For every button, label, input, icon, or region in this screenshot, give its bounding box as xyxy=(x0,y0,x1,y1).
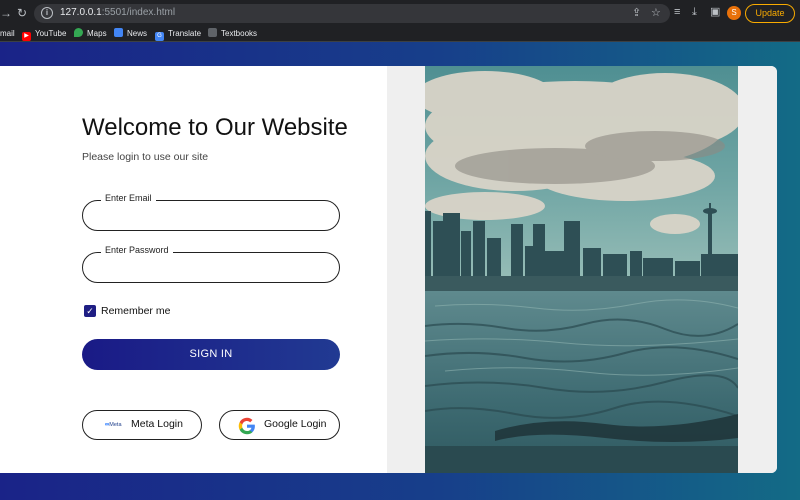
forward-arrow-icon[interactable]: → xyxy=(0,6,12,20)
image-panel xyxy=(387,66,777,473)
browser-toolbar: → ↻ i 127.0.0.1:5501/index.html ⇪ ☆ ≡ ⤓ … xyxy=(0,0,800,26)
bookmarks-bar: mail ▶ YouTube Maps News G Translate Textb… xyxy=(0,26,800,42)
youtube-icon: ▶ xyxy=(22,32,31,41)
email-label: Enter Email xyxy=(101,193,156,203)
google-login-button[interactable]: Google Login xyxy=(219,410,340,440)
seattle-skyline-photo xyxy=(425,66,738,473)
meta-logo-icon: ∞Meta xyxy=(105,422,122,428)
url-text: 127.0.0.1:5501/index.html xyxy=(60,7,176,18)
email-field[interactable]: Enter Email xyxy=(82,193,340,231)
site-info-icon[interactable]: i xyxy=(41,7,53,19)
bookmark-textbooks[interactable]: Textbooks xyxy=(208,28,257,40)
password-input[interactable] xyxy=(97,261,327,277)
meta-login-button[interactable]: ∞Meta Meta Login xyxy=(82,410,202,440)
sign-in-button[interactable]: SIGN IN xyxy=(82,339,340,370)
reading-list-icon[interactable]: ≡ xyxy=(674,6,680,19)
bookmark-youtube[interactable]: ▶ YouTube xyxy=(22,28,66,41)
page-title: Welcome to Our Website xyxy=(82,114,348,141)
address-bar[interactable]: i 127.0.0.1:5501/index.html ⇪ ☆ xyxy=(34,4,670,23)
update-button[interactable]: Update xyxy=(745,4,795,23)
google-icon xyxy=(238,417,255,435)
password-label: Enter Password xyxy=(101,245,173,255)
download-icon[interactable]: ⤓ xyxy=(692,6,697,19)
login-card: Welcome to Our Website Please login to u… xyxy=(0,66,777,473)
email-input[interactable] xyxy=(97,209,327,225)
bookmark-news[interactable]: News xyxy=(114,28,147,40)
share-icon[interactable]: ⇪ xyxy=(632,7,641,20)
translate-icon: G xyxy=(155,32,164,41)
page-subtitle: Please login to use our site xyxy=(82,151,209,163)
page-background: Welcome to Our Website Please login to u… xyxy=(0,42,800,500)
profile-avatar[interactable]: S xyxy=(727,6,741,20)
maps-icon xyxy=(74,28,83,37)
remember-me-checkbox[interactable]: ✓ xyxy=(84,305,96,317)
news-icon xyxy=(114,28,123,37)
bookmark-translate[interactable]: G Translate xyxy=(155,28,201,41)
side-panel-icon[interactable]: ▣ xyxy=(710,6,720,19)
bookmark-maps[interactable]: Maps xyxy=(74,28,107,40)
reload-icon[interactable]: ↻ xyxy=(17,6,27,20)
meta-login-label: Meta Login xyxy=(131,418,183,430)
password-field[interactable]: Enter Password xyxy=(82,245,340,283)
bookmark-gmail[interactable]: mail xyxy=(0,28,15,40)
remember-me-label[interactable]: Remember me xyxy=(101,305,170,317)
google-login-label: Google Login xyxy=(264,418,327,430)
textbooks-icon xyxy=(208,28,217,37)
bookmark-star-icon[interactable]: ☆ xyxy=(651,7,661,20)
